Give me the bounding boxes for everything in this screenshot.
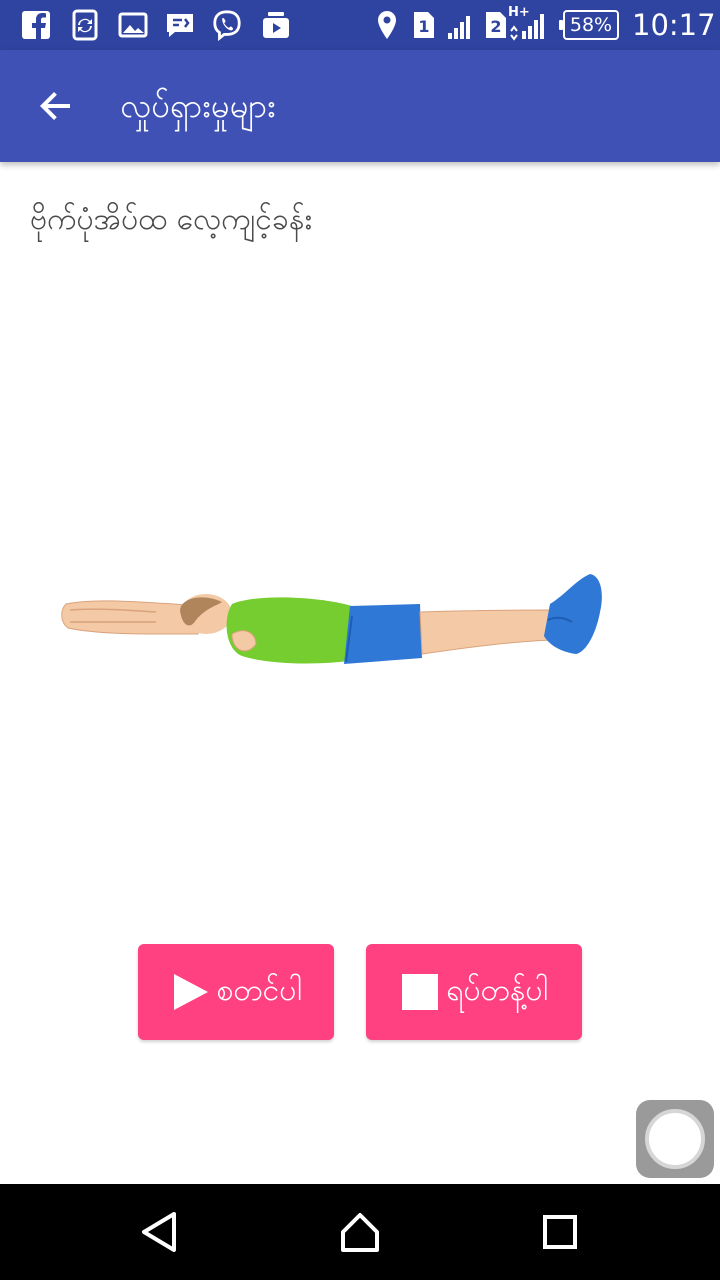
exercise-illustration (61, 574, 602, 664)
nav-home-button[interactable] (328, 1200, 392, 1264)
arrow-back-icon (40, 92, 70, 120)
assistive-touch-button[interactable] (636, 1100, 714, 1178)
sim2-icon: 2 (486, 12, 506, 38)
back-triangle-icon (142, 1212, 176, 1252)
start-button[interactable]: စတင်ပါ (138, 944, 334, 1040)
battery-percent: 58% (569, 14, 613, 36)
sim2-label: 2 (490, 17, 501, 36)
sim1-label: 1 (418, 17, 429, 36)
start-button-label: စတင်ပါ (216, 972, 302, 1008)
home-icon (341, 1213, 379, 1252)
nav-recents-button[interactable] (528, 1200, 592, 1264)
back-button[interactable] (24, 80, 88, 132)
nav-back-button[interactable] (128, 1200, 192, 1264)
clock: 10:17 (632, 8, 716, 42)
status-bar: 1 2 H+ 58% 10:17 (0, 0, 720, 50)
assistive-touch-ring (645, 1109, 705, 1169)
location-icon (378, 11, 396, 39)
gallery-icon (118, 12, 148, 38)
sync-app-icon (72, 9, 98, 41)
exercise-name: ဗိုက်ပုံအိပ်ထ လေ့ကျင့်ခန်း (30, 202, 312, 237)
signal1-icon (448, 16, 470, 39)
facebook-icon (22, 11, 50, 39)
play-icon (170, 972, 210, 1012)
app-bar: လှုပ်ရှားမှုများ (0, 50, 720, 162)
sim1-icon: 1 (414, 12, 434, 38)
battery-icon: 58% (559, 10, 619, 40)
stop-button-label: ရပ်တန့်ပါ (446, 972, 548, 1008)
recents-icon (543, 1215, 577, 1249)
media-icon (263, 12, 289, 38)
message-icon (167, 14, 193, 37)
navigation-bar (0, 1184, 720, 1280)
stop-button[interactable]: ရပ်တန့်ပါ (366, 944, 582, 1040)
signal2-icon: H+ (508, 5, 548, 45)
viber-icon (213, 10, 241, 41)
stop-icon (400, 972, 440, 1012)
page-title: လှုပ်ရှားမှုများ (120, 86, 276, 125)
